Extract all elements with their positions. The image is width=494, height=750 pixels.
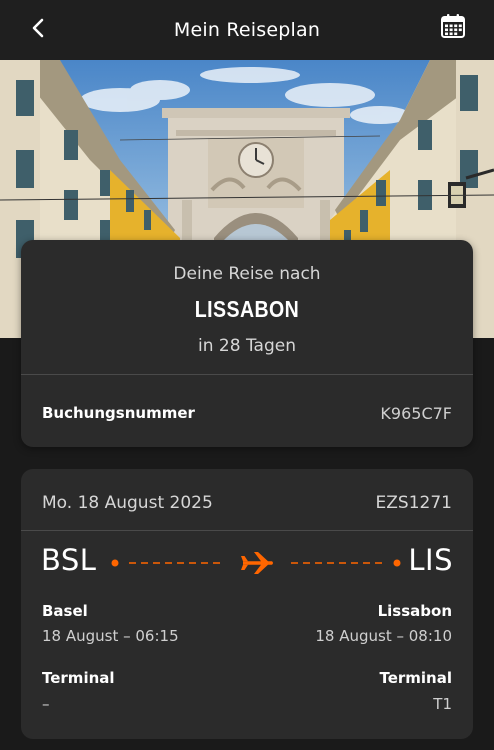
flight-route-line — [111, 552, 401, 574]
destination-terminal-value: T1 — [433, 695, 452, 713]
trip-destination: LISSABON — [194, 296, 300, 322]
booking-number-label: Buchungsnummer — [42, 404, 195, 422]
flight-details-card[interactable]: Mo. 18 August 2025 EZS1271 BSL LIS Basel… — [21, 469, 473, 739]
origin-city: Basel — [42, 602, 88, 620]
origin-dot — [111, 559, 119, 567]
airplane-icon — [241, 552, 273, 574]
divider — [21, 530, 473, 531]
app-header: Mein Reiseplan — [0, 0, 494, 60]
departure-time: 18 August – 06:15 — [42, 627, 179, 645]
arrival-time: 18 August – 08:10 — [315, 627, 452, 645]
origin-terminal-value: – — [42, 695, 50, 713]
divider — [21, 374, 473, 375]
destination-dot — [393, 559, 401, 567]
booking-number-value[interactable]: K965C7F — [380, 404, 452, 423]
trip-countdown: in 28 Tagen — [198, 336, 296, 356]
back-button[interactable] — [24, 14, 52, 42]
flight-date: Mo. 18 August 2025 — [42, 493, 213, 513]
destination-city: Lissabon — [377, 602, 452, 620]
trip-subtitle: Deine Reise nach — [173, 264, 321, 284]
origin-airport-code: BSL — [41, 543, 97, 577]
origin-terminal-label: Terminal — [42, 669, 115, 687]
calendar-icon — [441, 14, 465, 38]
chevron-left-icon — [32, 18, 44, 38]
calendar-button[interactable] — [438, 11, 468, 41]
page-title: Mein Reiseplan — [173, 19, 321, 41]
trip-summary-card: Deine Reise nach LISSABON in 28 Tagen Bu… — [21, 240, 473, 447]
flight-number: EZS1271 — [375, 493, 452, 513]
destination-airport-code: LIS — [408, 543, 453, 577]
destination-terminal-label: Terminal — [379, 669, 452, 687]
